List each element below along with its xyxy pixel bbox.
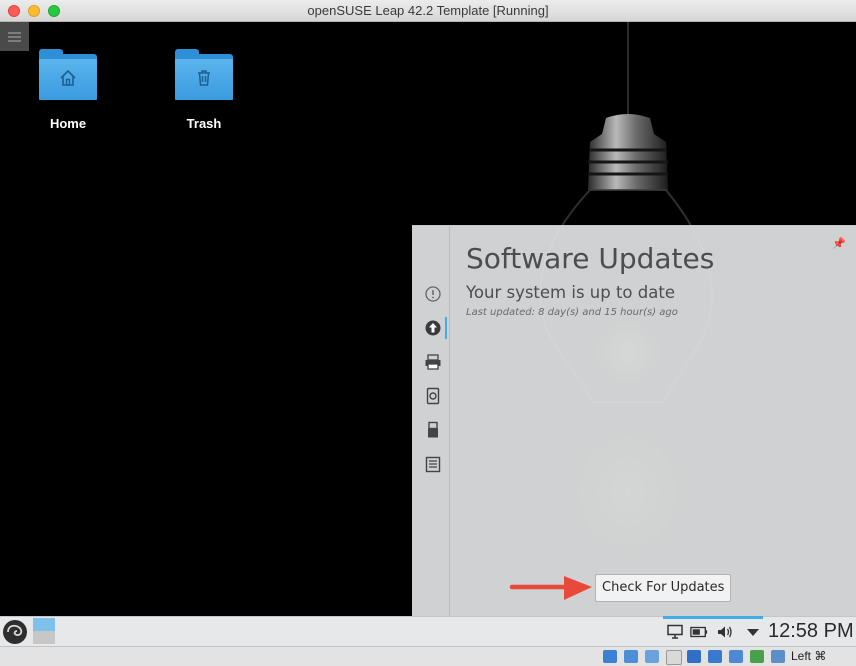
panel-clock[interactable]: 12:58 PM	[768, 620, 854, 643]
check-for-updates-button[interactable]: Check For Updates	[595, 574, 732, 602]
device-notifier-icon[interactable]	[424, 387, 442, 405]
last-updated-text: Last updated: 8 day(s) and 15 hour(s) ag…	[466, 307, 678, 318]
window-title: openSUSE Leap 42.2 Template [Running]	[307, 3, 549, 18]
desktop-icon-label: Trash	[186, 116, 222, 131]
home-folder-icon	[39, 49, 97, 101]
volume-icon[interactable]	[716, 624, 734, 640]
display-settings-icon[interactable]	[729, 650, 743, 663]
clipboard-icon[interactable]	[424, 455, 442, 473]
video-capture-icon[interactable]	[750, 650, 764, 663]
taskbar-panel: 12:58 PM	[0, 616, 856, 646]
expand-tray-icon[interactable]	[744, 624, 762, 640]
shared-folders-icon[interactable]	[708, 650, 722, 663]
notifications-icon[interactable]	[424, 285, 442, 303]
display-icon[interactable]	[666, 624, 684, 640]
trash-icon	[198, 70, 210, 86]
active-tab-indicator	[445, 317, 447, 339]
usb-icon[interactable]	[424, 421, 442, 439]
audio-icon[interactable]	[645, 650, 659, 663]
optical-drive-icon[interactable]	[624, 650, 638, 663]
virtual-desktop-pager[interactable]	[33, 618, 55, 644]
updates-icon[interactable]	[424, 319, 442, 337]
mouse-integration-icon[interactable]	[771, 650, 785, 663]
network-icon[interactable]	[666, 650, 682, 665]
desktop-icon-home[interactable]: Home	[18, 49, 118, 131]
desktop-icon-label: Home	[49, 116, 87, 131]
pager-desktop-2[interactable]	[33, 631, 55, 644]
host-key-indicator: Left ⌘	[791, 649, 827, 663]
updates-status: Your system is up to date	[466, 283, 675, 302]
battery-icon[interactable]	[690, 624, 708, 640]
pager-desktop-1[interactable]	[33, 618, 55, 631]
software-updates-popup: 📌 Software Updates Your system is up to …	[412, 225, 856, 616]
desktop-toolbox-button[interactable]	[0, 22, 29, 51]
hard-disk-icon[interactable]	[603, 650, 617, 663]
application-launcher-icon[interactable]	[3, 620, 27, 644]
popup-sidebar	[412, 226, 450, 616]
updates-title: Software Updates	[466, 242, 715, 275]
annotation-arrow-icon	[509, 576, 592, 600]
window-title-bar: openSUSE Leap 42.2 Template [Running]	[0, 0, 856, 22]
pin-icon[interactable]: 📌	[832, 237, 846, 250]
usb-devices-icon[interactable]	[687, 650, 701, 663]
desktop-icon-trash[interactable]: Trash	[154, 49, 254, 131]
printer-icon[interactable]	[424, 353, 442, 371]
home-icon	[60, 69, 76, 86]
trash-folder-icon	[175, 49, 233, 101]
tray-active-indicator	[663, 616, 763, 619]
vm-status-bar: Left ⌘	[0, 646, 856, 666]
